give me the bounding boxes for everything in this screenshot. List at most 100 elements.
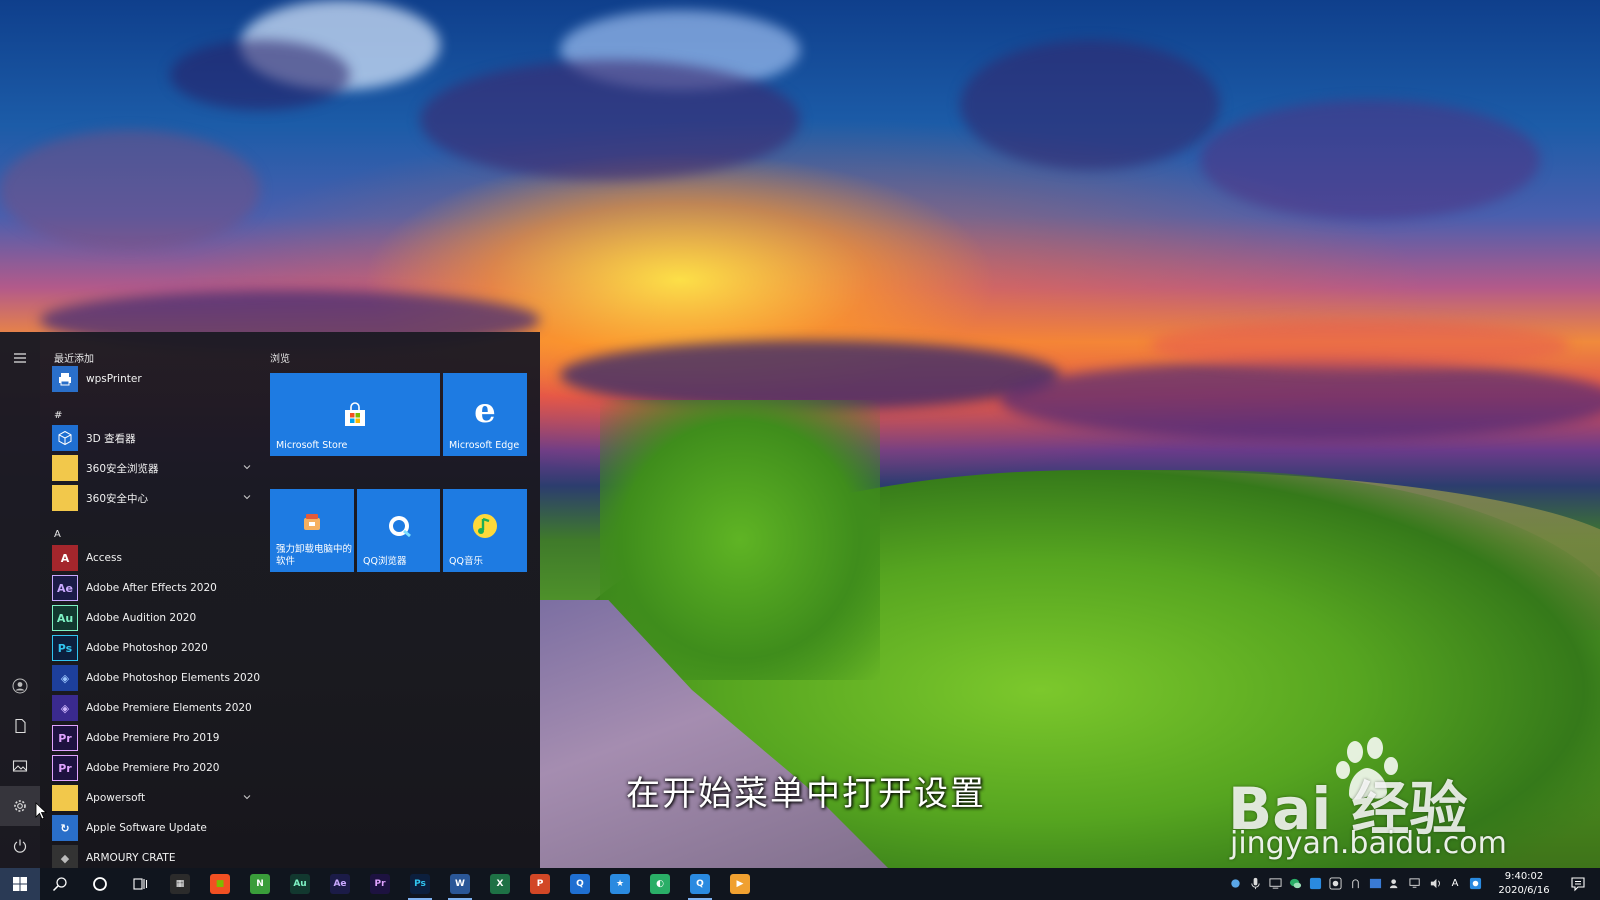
start-menu: 最近添加 wpsPrinter # 3D 查看器 360安全浏览器 360安全中… — [0, 332, 540, 868]
tray-wechat-icon[interactable] — [1288, 876, 1302, 890]
taskbar-video-app[interactable]: ▶ — [720, 868, 760, 900]
taskbar-premiere-app[interactable]: Pr — [360, 868, 400, 900]
user-account-button[interactable] — [0, 666, 40, 706]
app-item-premiere-elements[interactable]: ◈ Adobe Premiere Elements 2020 — [52, 694, 252, 722]
app-item-photoshop[interactable]: Ps Adobe Photoshop 2020 — [52, 634, 252, 662]
app-item-3d-viewer[interactable]: 3D 查看器 — [52, 424, 252, 452]
section-header-hash[interactable]: # — [54, 410, 62, 421]
excel-app-icon: X — [490, 874, 510, 894]
tile-qq-browser[interactable]: QQ浏览器 — [357, 489, 440, 572]
tray-microphone-icon[interactable] — [1248, 876, 1262, 890]
app-list[interactable]: 最近添加 wpsPrinter # 3D 查看器 360安全浏览器 360安全中… — [52, 332, 260, 868]
task-view-button[interactable] — [120, 868, 160, 900]
gear-icon — [14, 800, 26, 812]
store-icon — [345, 401, 365, 426]
taskbar-qq-app[interactable]: Q — [680, 868, 720, 900]
cortana-button[interactable] — [80, 868, 120, 900]
hamburger-icon — [14, 353, 26, 363]
power-icon — [13, 839, 27, 853]
chevron-down-icon[interactable] — [242, 492, 252, 502]
taskbar-photoshop-app[interactable]: Ps — [400, 868, 440, 900]
printer-icon — [52, 366, 78, 392]
powerpoint-app-icon: P — [530, 874, 550, 894]
tray-camera-icon[interactable] — [1228, 876, 1242, 890]
taskbar-microsoft-store-app[interactable]: ■ — [200, 868, 240, 900]
taskbar-excel-app[interactable]: X — [480, 868, 520, 900]
tile-uninstaller[interactable]: 强力卸载电脑中的软件 — [270, 489, 354, 572]
section-header-a[interactable]: A — [54, 529, 61, 540]
app-item-armoury-crate[interactable]: ◆ ARMOURY CRATE — [52, 844, 252, 868]
start-rail — [0, 332, 40, 868]
baidu-watermark-url: jingyan.baidu.com — [1230, 826, 1507, 861]
app-item-wpsprinter[interactable]: wpsPrinter — [52, 365, 252, 393]
tile-qq-music[interactable]: QQ音乐 — [443, 489, 527, 572]
cortana-icon — [93, 877, 107, 891]
wallpaper-cloud — [0, 130, 260, 250]
app-item-apowersoft[interactable]: Apowersoft — [52, 784, 252, 812]
taskbar-word-app[interactable]: W — [440, 868, 480, 900]
taskbar-wechat-app[interactable]: ◐ — [640, 868, 680, 900]
taskbar-clock[interactable]: 9:40:02 2020/6/16 — [1494, 870, 1554, 898]
tray-ime-indicator[interactable]: A — [1448, 876, 1462, 890]
taskbar-qq-browser-app[interactable]: Q — [560, 868, 600, 900]
clock-time: 9:40:02 — [1504, 871, 1544, 882]
action-center-button[interactable] — [1558, 868, 1598, 900]
chevron-down-icon[interactable] — [242, 462, 252, 472]
app-item-360-security[interactable]: 360安全中心 — [52, 484, 252, 512]
tray-pen-icon[interactable] — [1348, 876, 1362, 890]
chevron-down-icon[interactable] — [242, 792, 252, 802]
folder-icon — [52, 785, 78, 811]
app-item-360-browser[interactable]: 360安全浏览器 — [52, 454, 252, 482]
app-item-premiere-pro-2020[interactable]: Pr Adobe Premiere Pro 2020 — [52, 754, 252, 782]
tray-display-icon[interactable] — [1268, 876, 1282, 890]
qq-browser-icon — [388, 515, 411, 537]
tile-microsoft-edge[interactable]: e Microsoft Edge — [443, 373, 527, 456]
documents-button[interactable] — [0, 706, 40, 746]
star-app-icon: ★ — [610, 874, 630, 894]
tiles-group-header[interactable]: 浏览 — [270, 350, 290, 365]
wechat-app-icon: ◐ — [650, 874, 670, 894]
folder-icon — [52, 455, 78, 481]
tile-label: Microsoft Edge — [449, 440, 520, 451]
app-item-after-effects[interactable]: Ae Adobe After Effects 2020 — [52, 574, 252, 602]
app-item-premiere-pro-2019[interactable]: Pr Adobe Premiere Pro 2019 — [52, 724, 252, 752]
taskbar-calendar-app[interactable]: ▦ — [160, 868, 200, 900]
tray-shield-icon[interactable] — [1368, 876, 1382, 890]
armoury-crate-icon: ◆ — [52, 845, 78, 868]
tray-network-icon[interactable] — [1408, 876, 1422, 890]
app-label: Apple Software Update — [86, 822, 207, 834]
after-effects-icon: Ae — [52, 575, 78, 601]
user-icon — [12, 678, 28, 694]
wallpaper-cloud — [1000, 360, 1600, 440]
folder-icon — [52, 485, 78, 511]
windows-logo-icon — [13, 877, 27, 891]
tray-qq-app-icon[interactable] — [1468, 876, 1482, 890]
tile-microsoft-store[interactable]: Microsoft Store — [270, 373, 440, 456]
app-label: Adobe After Effects 2020 — [86, 582, 217, 594]
app-item-audition[interactable]: Au Adobe Audition 2020 — [52, 604, 252, 632]
expand-menu-button[interactable] — [0, 338, 40, 378]
app-label: Adobe Audition 2020 — [86, 612, 197, 624]
audition-app-icon: Au — [290, 874, 310, 894]
taskbar-audition-app[interactable]: Au — [280, 868, 320, 900]
tray-volume-icon[interactable] — [1428, 876, 1442, 890]
app-item-access[interactable]: A Access — [52, 544, 252, 572]
recent-header: 最近添加 — [54, 354, 94, 365]
start-button[interactable] — [0, 868, 40, 900]
tray-people-icon[interactable] — [1388, 876, 1402, 890]
settings-button[interactable] — [0, 786, 40, 826]
pictures-button[interactable] — [0, 746, 40, 786]
taskbar-green-app[interactable]: N — [240, 868, 280, 900]
taskbar-after-effects-app[interactable]: Ae — [320, 868, 360, 900]
app-item-apple-software-update[interactable]: ↻ Apple Software Update — [52, 814, 252, 842]
taskbar-powerpoint-app[interactable]: P — [520, 868, 560, 900]
tray-app-icon[interactable] — [1308, 876, 1322, 890]
tray-qq-icon[interactable] — [1328, 876, 1342, 890]
taskbar-star-app[interactable]: ★ — [600, 868, 640, 900]
microsoft-store-app-icon: ■ — [210, 874, 230, 894]
power-button[interactable] — [0, 826, 40, 866]
search-button[interactable] — [40, 868, 80, 900]
app-label: Access — [86, 552, 122, 564]
app-item-photoshop-elements[interactable]: ◈ Adobe Photoshop Elements 2020 — [52, 664, 260, 692]
app-label: Adobe Photoshop Elements 2020 — [86, 672, 260, 684]
